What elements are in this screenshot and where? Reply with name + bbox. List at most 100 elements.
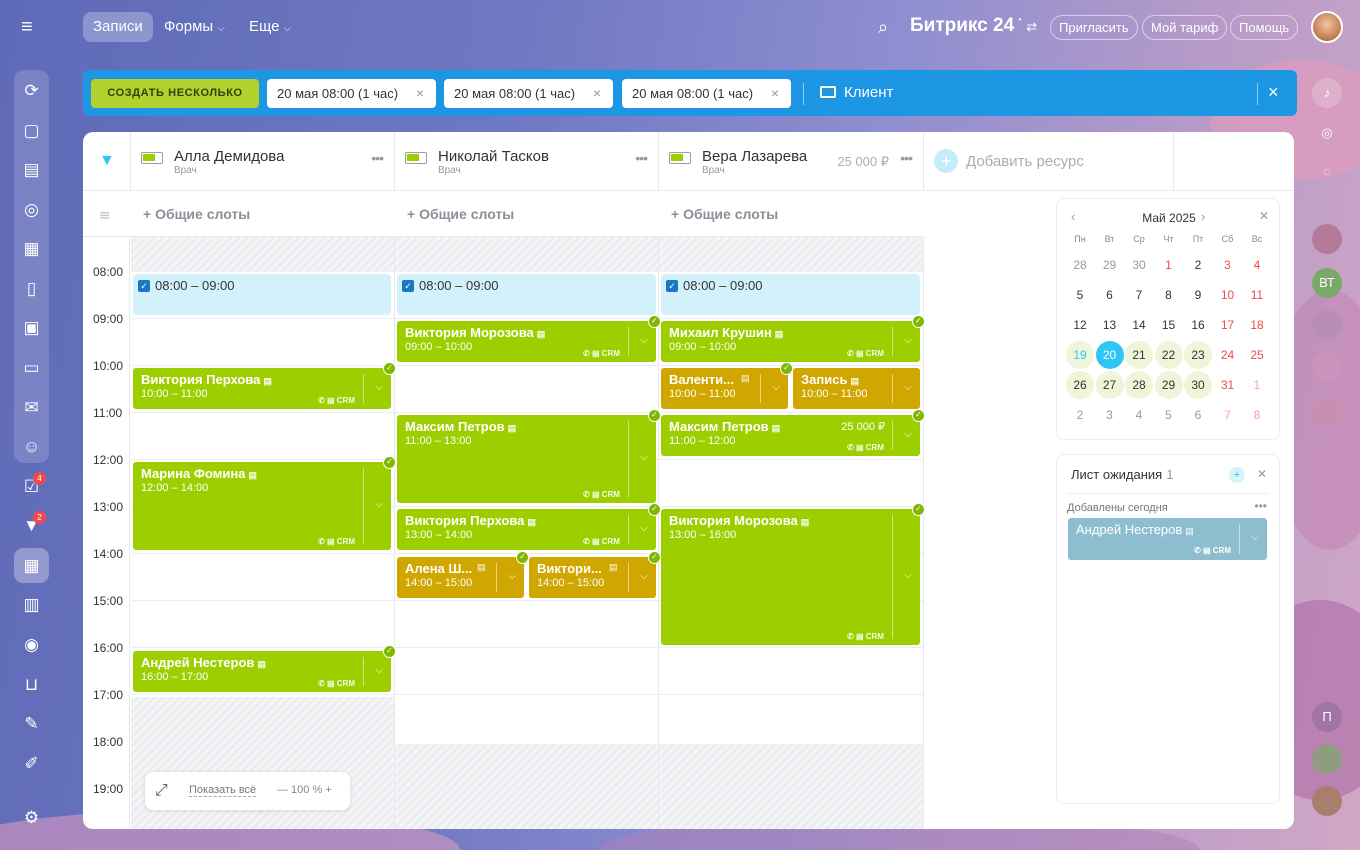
tasks-icon[interactable]: ☑ 4: [14, 469, 49, 504]
chevron-down-icon[interactable]: ⌵: [640, 335, 648, 346]
more-icon[interactable]: •••: [1254, 499, 1267, 513]
calendar-day[interactable]: 6: [1184, 401, 1212, 429]
chat-icon[interactable]: ▢: [14, 113, 49, 148]
booking-event[interactable]: Виктория Перхова ▤ 13:00 – 14:00 ✆ ▤ CRM …: [397, 503, 661, 550]
slot-chip[interactable]: 20 мая 08:00 (1 час) ×: [622, 79, 791, 108]
nav-forms[interactable]: Формы ⌵: [154, 12, 235, 42]
resource-header-cell[interactable]: Вера Лазарева Врач 25 000 ₽ •••: [658, 132, 923, 191]
calendar-day[interactable]: 5: [1155, 401, 1183, 429]
show-all-button[interactable]: Показать всё: [189, 784, 257, 797]
calendar-day[interactable]: 21: [1125, 341, 1153, 369]
drive-icon[interactable]: ▭: [14, 350, 49, 385]
mail-icon[interactable]: ✉: [14, 390, 49, 425]
calendar-day[interactable]: 1: [1243, 371, 1271, 399]
calendar-day[interactable]: 19: [1066, 341, 1094, 369]
calendar-day[interactable]: 7: [1214, 401, 1242, 429]
booking-event[interactable]: Виктория Морозова ▤ 09:00 – 10:00 ✆ ▤ CRM…: [397, 315, 661, 362]
target-icon[interactable]: ◎: [14, 192, 49, 227]
cart-icon[interactable]: ⊔: [14, 667, 49, 702]
calendar-day[interactable]: 11: [1243, 281, 1271, 309]
chevron-down-icon[interactable]: ⌵: [640, 452, 648, 463]
available-slot[interactable]: ✓ 08:00 – 09:00: [133, 274, 391, 315]
calendar-day[interactable]: 4: [1243, 251, 1271, 279]
slot-chip[interactable]: 20 мая 08:00 (1 час) ×: [444, 79, 613, 108]
calendar-day[interactable]: 3: [1096, 401, 1124, 429]
chevron-down-icon[interactable]: ⌵: [904, 429, 912, 440]
search-icon[interactable]: ⌕: [878, 17, 888, 38]
calendar-day[interactable]: 13: [1096, 311, 1124, 339]
calendar-day[interactable]: 4: [1125, 401, 1153, 429]
booking-event[interactable]: Валенти... ▤ 10:00 – 11:00 ⌵ ✓: [661, 362, 793, 409]
chevron-down-icon[interactable]: ⌵: [375, 499, 383, 510]
booking-icon[interactable]: ▦: [14, 548, 49, 583]
settings-icon[interactable]: ⚙: [14, 800, 49, 835]
chevron-down-icon[interactable]: ⌵: [904, 335, 912, 346]
chevron-down-icon[interactable]: ⌵: [904, 570, 912, 581]
feed-icon[interactable]: ▤: [14, 152, 49, 187]
calendar-icon[interactable]: ▦: [14, 231, 49, 266]
chevron-down-icon[interactable]: ⌵: [375, 665, 383, 676]
more-icon[interactable]: •••: [635, 150, 648, 166]
booking-event[interactable]: Виктория Морозова ▤ 13:00 – 16:00 ✆ ▤ CRM…: [661, 503, 925, 645]
activity-icon[interactable]: ⟳: [14, 73, 49, 108]
chevron-down-icon[interactable]: ⌵: [1251, 532, 1259, 543]
booking-event[interactable]: Виктория Перхова ▤ 10:00 – 11:00 ✆ ▤ CRM …: [133, 362, 396, 409]
chevron-down-icon[interactable]: ⌵: [640, 571, 648, 582]
booking-event[interactable]: Максим Петров ▤ 11:00 – 13:00 ✆ ▤ CRM ⌵ ✓: [397, 409, 661, 503]
calendar-day[interactable]: 1: [1155, 251, 1183, 279]
calendar-day[interactable]: 31: [1214, 371, 1242, 399]
available-slot[interactable]: ✓ 08:00 – 09:00: [661, 274, 920, 315]
layers-icon[interactable]: ≋: [99, 207, 111, 224]
help-button[interactable]: Помощь: [1230, 15, 1299, 40]
user-avatar[interactable]: [1311, 11, 1343, 43]
chevron-down-icon[interactable]: ⌵: [640, 523, 648, 534]
booking-event[interactable]: Запись ▤ 10:00 – 11:00 ⌵: [793, 368, 920, 409]
calendar-day[interactable]: 15: [1155, 311, 1183, 339]
chevron-down-icon[interactable]: ⌵: [375, 382, 383, 393]
expand-icon[interactable]: ⤢: [155, 782, 168, 800]
calendar-day[interactable]: 26: [1066, 371, 1094, 399]
calendar-day[interactable]: 5: [1066, 281, 1094, 309]
resource-header-cell[interactable]: Николай Тасков Врач •••: [394, 132, 658, 191]
booking-event[interactable]: Михаил Крушин ▤ 09:00 – 10:00 ✆ ▤ CRM ⌵ ✓: [661, 315, 925, 362]
tariff-button[interactable]: Мой тариф: [1142, 15, 1228, 40]
add-resource-button[interactable]: + Добавить ресурс: [923, 132, 1173, 191]
close-icon[interactable]: ×: [593, 79, 601, 108]
calendar-day[interactable]: 29: [1096, 251, 1124, 279]
chevron-down-icon[interactable]: ⌵: [508, 571, 516, 582]
calendar-day[interactable]: 23: [1184, 341, 1212, 369]
chevron-right-icon[interactable]: ›: [1201, 209, 1205, 224]
target-icon[interactable]: ◎: [1312, 118, 1342, 148]
calendar-day[interactable]: 9: [1184, 281, 1212, 309]
available-slot[interactable]: ✓ 08:00 – 09:00: [397, 274, 656, 315]
filter-icon[interactable]: ▼: [99, 152, 115, 170]
close-icon[interactable]: ×: [416, 79, 424, 108]
contact-avatar[interactable]: [1312, 744, 1342, 774]
sign-icon[interactable]: ✎: [14, 706, 49, 741]
group-avatar[interactable]: ВТ: [1312, 268, 1342, 298]
calendar-day[interactable]: 30: [1125, 251, 1153, 279]
chevron-down-icon[interactable]: ⌵: [772, 382, 780, 393]
calendar-day[interactable]: 29: [1154, 371, 1183, 399]
calendar-day[interactable]: 17: [1214, 311, 1242, 339]
checkbox-icon[interactable]: ✓: [138, 280, 150, 292]
contacts-icon[interactable]: ☺: [14, 429, 49, 464]
board-icon[interactable]: ▣: [14, 310, 49, 345]
calendar-day[interactable]: 28: [1125, 371, 1153, 399]
calendar-day[interactable]: 12: [1066, 311, 1094, 339]
chevron-down-icon[interactable]: ⌵: [904, 382, 912, 393]
booking-event[interactable]: Виктори... ▤ 14:00 – 15:00 ⌵ ✓: [529, 551, 661, 598]
contact-avatar[interactable]: [1312, 786, 1342, 816]
calendar-day[interactable]: 18: [1243, 311, 1271, 339]
calendar-day[interactable]: 28: [1066, 251, 1094, 279]
group-avatar[interactable]: [1312, 352, 1342, 382]
booking-event[interactable]: Марина Фомина ▤ 12:00 – 14:00 ✆ ▤ CRM ⌵ ✓: [133, 456, 396, 550]
document-icon[interactable]: ▯: [14, 271, 49, 306]
contact-avatar[interactable]: [1312, 224, 1342, 254]
contact-avatar[interactable]: [1312, 398, 1342, 428]
booking-event[interactable]: Андрей Нестеров ▤ 16:00 – 17:00 ✆ ▤ CRM ⌵…: [133, 645, 396, 692]
calendar-day[interactable]: 30: [1184, 371, 1212, 399]
calendar-day[interactable]: 8: [1155, 281, 1183, 309]
calendar-day[interactable]: 3: [1214, 251, 1242, 279]
plus-icon[interactable]: +: [1229, 467, 1245, 483]
